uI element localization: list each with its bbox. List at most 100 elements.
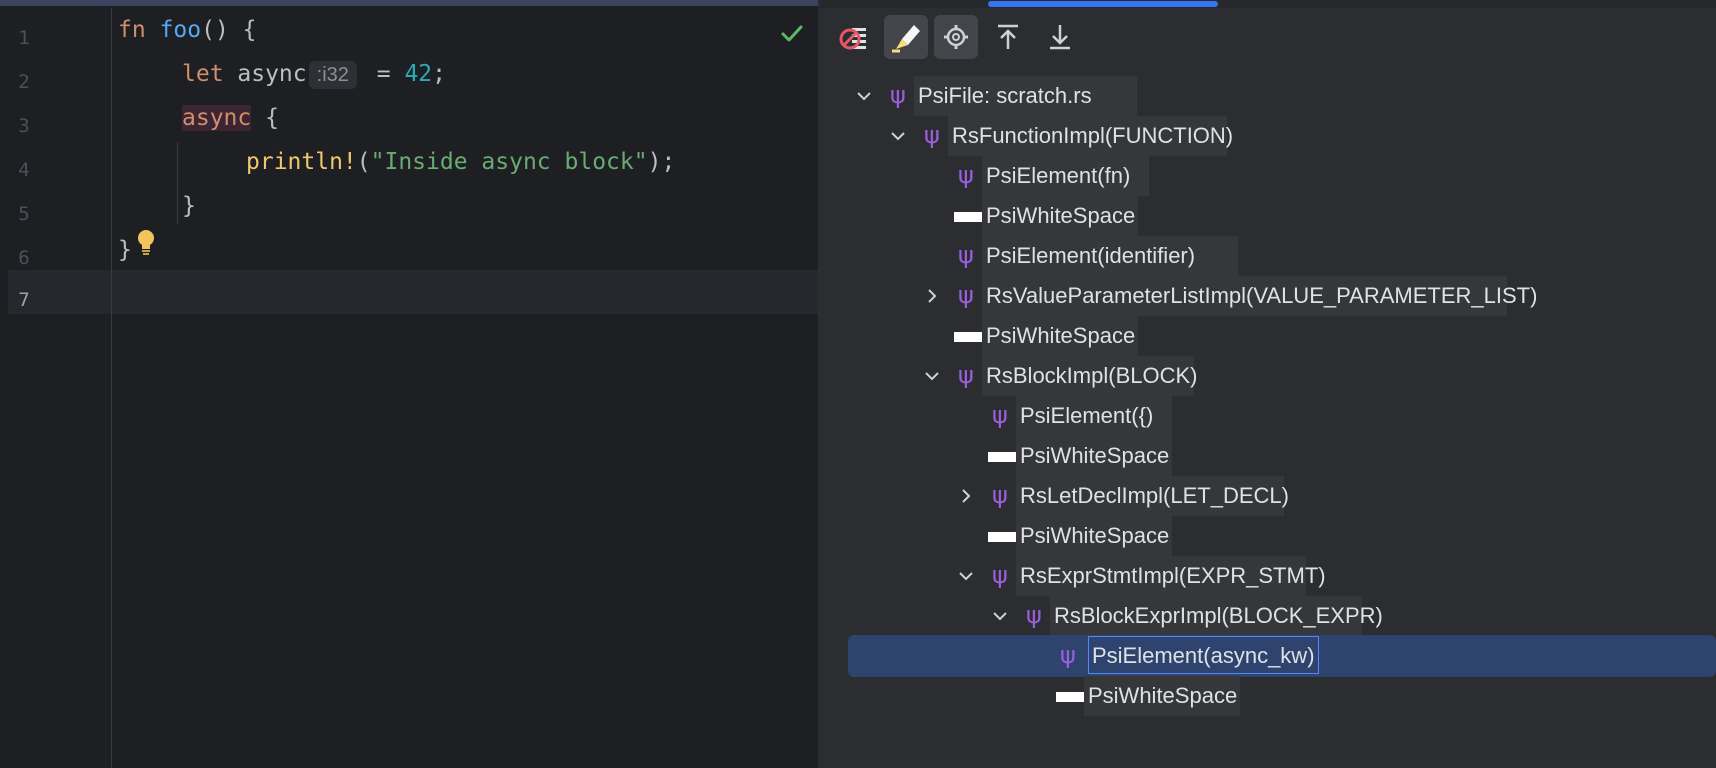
chevron-right-icon[interactable] (956, 486, 976, 506)
whitespace-icon (988, 532, 1016, 542)
code-line-2[interactable]: let async:i32 = 42; (182, 52, 446, 96)
scroll-to-top-button[interactable] (986, 15, 1030, 59)
whitespace-icon (988, 452, 1016, 462)
psi-viewer-panel: ψ PsiFile: scratch.rs ψ RsFunctionImpl(FUNC… (820, 0, 1716, 768)
chevron-down-icon[interactable] (956, 566, 976, 586)
code-punct: { (251, 105, 279, 131)
tree-node-label: PsiElement({) (1020, 403, 1154, 428)
tree-node[interactable]: ψ PsiElement(identifier) (820, 234, 1716, 278)
settings-button[interactable] (934, 15, 978, 59)
keyword-let: let (182, 61, 224, 87)
tree-node-label: RsBlockImpl(BLOCK) (986, 363, 1198, 388)
line-number: 5 (18, 203, 30, 225)
psi-element-icon: ψ (924, 121, 940, 149)
line-number-gutter[interactable]: 1 2 3 4 5 6 7 (0, 8, 112, 768)
settings-gear-icon (944, 25, 968, 49)
chevron-down-icon[interactable] (854, 86, 874, 106)
whitespace-icon (954, 332, 982, 342)
no-highlight-icon (839, 28, 866, 50)
psi-element-icon: ψ (958, 361, 974, 389)
tree-node-label: PsiElement(fn) (986, 163, 1131, 188)
keyword-fn: fn (118, 17, 146, 43)
psi-element-icon: ψ (958, 281, 974, 309)
check-icon[interactable] (780, 22, 804, 46)
chevron-right-icon[interactable] (922, 286, 942, 306)
tree-node[interactable]: ψ RsExprStmtImpl(EXPR_STMT) (820, 554, 1716, 598)
horizontal-scrollbar[interactable] (988, 1, 1218, 7)
tree-node[interactable]: ψ RsBlockImpl(BLOCK) (820, 354, 1716, 398)
tree-node-label: PsiWhiteSpace (986, 203, 1136, 228)
code-editor[interactable]: 1 2 3 4 5 6 7 fn foo() { let async:i32 =… (0, 0, 818, 768)
tree-node-label: PsiWhiteSpace (1020, 443, 1170, 468)
tree-node[interactable]: PsiWhiteSpace (820, 314, 1716, 358)
tree-node-label: PsiWhiteSpace (1020, 523, 1170, 548)
tree-node[interactable]: PsiWhiteSpace (820, 434, 1716, 478)
number-literal: 42 (404, 61, 433, 87)
psi-tree: ψ PsiFile: scratch.rs ψ RsFunctionImpl(FUNC… (820, 74, 1716, 768)
psi-element-icon: ψ (1060, 641, 1076, 669)
tree-node[interactable]: ψ RsBlockExprImpl(BLOCK_EXPR) (820, 594, 1716, 638)
chevron-down-icon[interactable] (922, 366, 942, 386)
tree-node-label: PsiElement(async_kw) (1088, 636, 1319, 674)
psi-element-icon: ψ (958, 241, 974, 269)
tree-node[interactable]: PsiWhiteSpace (820, 674, 1716, 718)
tree-node-label: PsiWhiteSpace (1088, 683, 1238, 708)
code-line-1[interactable]: fn foo() { (118, 8, 257, 52)
code-punct: ( (356, 149, 371, 175)
tree-node[interactable]: ψ PsiElement({) (820, 394, 1716, 438)
code-line-4[interactable]: println!("Inside async block"); (246, 140, 675, 184)
keyword-async: async (182, 105, 252, 131)
whitespace-icon (1056, 692, 1084, 702)
identifier: async (223, 61, 307, 87)
tree-node-label: PsiElement(identifier) (986, 243, 1196, 268)
code-punct: } (118, 237, 132, 263)
psi-element-icon: ψ (992, 481, 1008, 509)
tree-node-selected[interactable]: ψ PsiElement(async_kw) (820, 634, 1716, 678)
tree-node[interactable]: ψ RsFunctionImpl(FUNCTION) (820, 114, 1716, 158)
tree-node[interactable]: PsiWhiteSpace (820, 514, 1716, 558)
code-punct: ); (647, 149, 676, 175)
line-number: 2 (18, 71, 30, 93)
line-number: 4 (18, 159, 30, 181)
tree-node[interactable]: ψ RsLetDeclImpl(LET_DECL) (820, 474, 1716, 518)
no-highlight-button[interactable] (832, 15, 876, 59)
tree-node[interactable]: ψ PsiElement(fn) (820, 154, 1716, 198)
chevron-down-icon[interactable] (990, 606, 1010, 626)
scroll-to-top-icon (998, 24, 1018, 49)
highlight-button[interactable] (884, 15, 928, 59)
tree-node[interactable]: ψ RsValueParameterListImpl(VALUE_PARAMETE… (820, 274, 1716, 318)
editor-top-border (0, 0, 818, 6)
string-literal: "Inside async block" (370, 149, 648, 175)
tree-node-label: RsLetDeclImpl(LET_DECL) (1020, 483, 1289, 508)
psi-toolbar (820, 8, 1716, 70)
line-number: 6 (18, 247, 30, 269)
code-line-6[interactable]: } (118, 228, 132, 272)
lightbulb-icon[interactable] (134, 228, 158, 256)
psi-element-icon: ψ (992, 561, 1008, 589)
code-operator: = (362, 61, 405, 87)
code-line-5[interactable]: } (182, 184, 196, 228)
psi-element-icon: ψ (1026, 601, 1042, 629)
tree-node-label: RsExprStmtImpl(EXPR_STMT) (1020, 563, 1326, 588)
line-number: 3 (18, 115, 30, 137)
line-number: 1 (18, 27, 30, 49)
code-punct: } (182, 193, 196, 219)
line-number-current: 7 (18, 289, 30, 311)
macro-call: println! (246, 149, 357, 175)
code-line-3[interactable]: async { (182, 96, 279, 140)
scroll-to-bottom-icon (1050, 25, 1070, 50)
scroll-to-bottom-button[interactable] (1038, 15, 1082, 59)
chevron-down-icon[interactable] (888, 126, 908, 146)
code-punct: ; (432, 61, 446, 87)
tree-node-label: RsFunctionImpl(FUNCTION) (952, 123, 1234, 148)
psi-element-icon: ψ (890, 81, 906, 109)
whitespace-icon (954, 212, 982, 222)
highlight-brush-icon (892, 25, 920, 53)
tree-node[interactable]: PsiWhiteSpace (820, 194, 1716, 238)
tree-node-label: PsiFile: scratch.rs (918, 83, 1092, 108)
indent-guide (177, 142, 178, 224)
tree-node[interactable]: ψ PsiFile: scratch.rs (820, 74, 1716, 118)
tree-node-label: RsBlockExprImpl(BLOCK_EXPR) (1054, 603, 1383, 628)
inlay-type-hint[interactable]: :i32 (308, 60, 357, 89)
tree-node-label: PsiWhiteSpace (986, 323, 1136, 348)
